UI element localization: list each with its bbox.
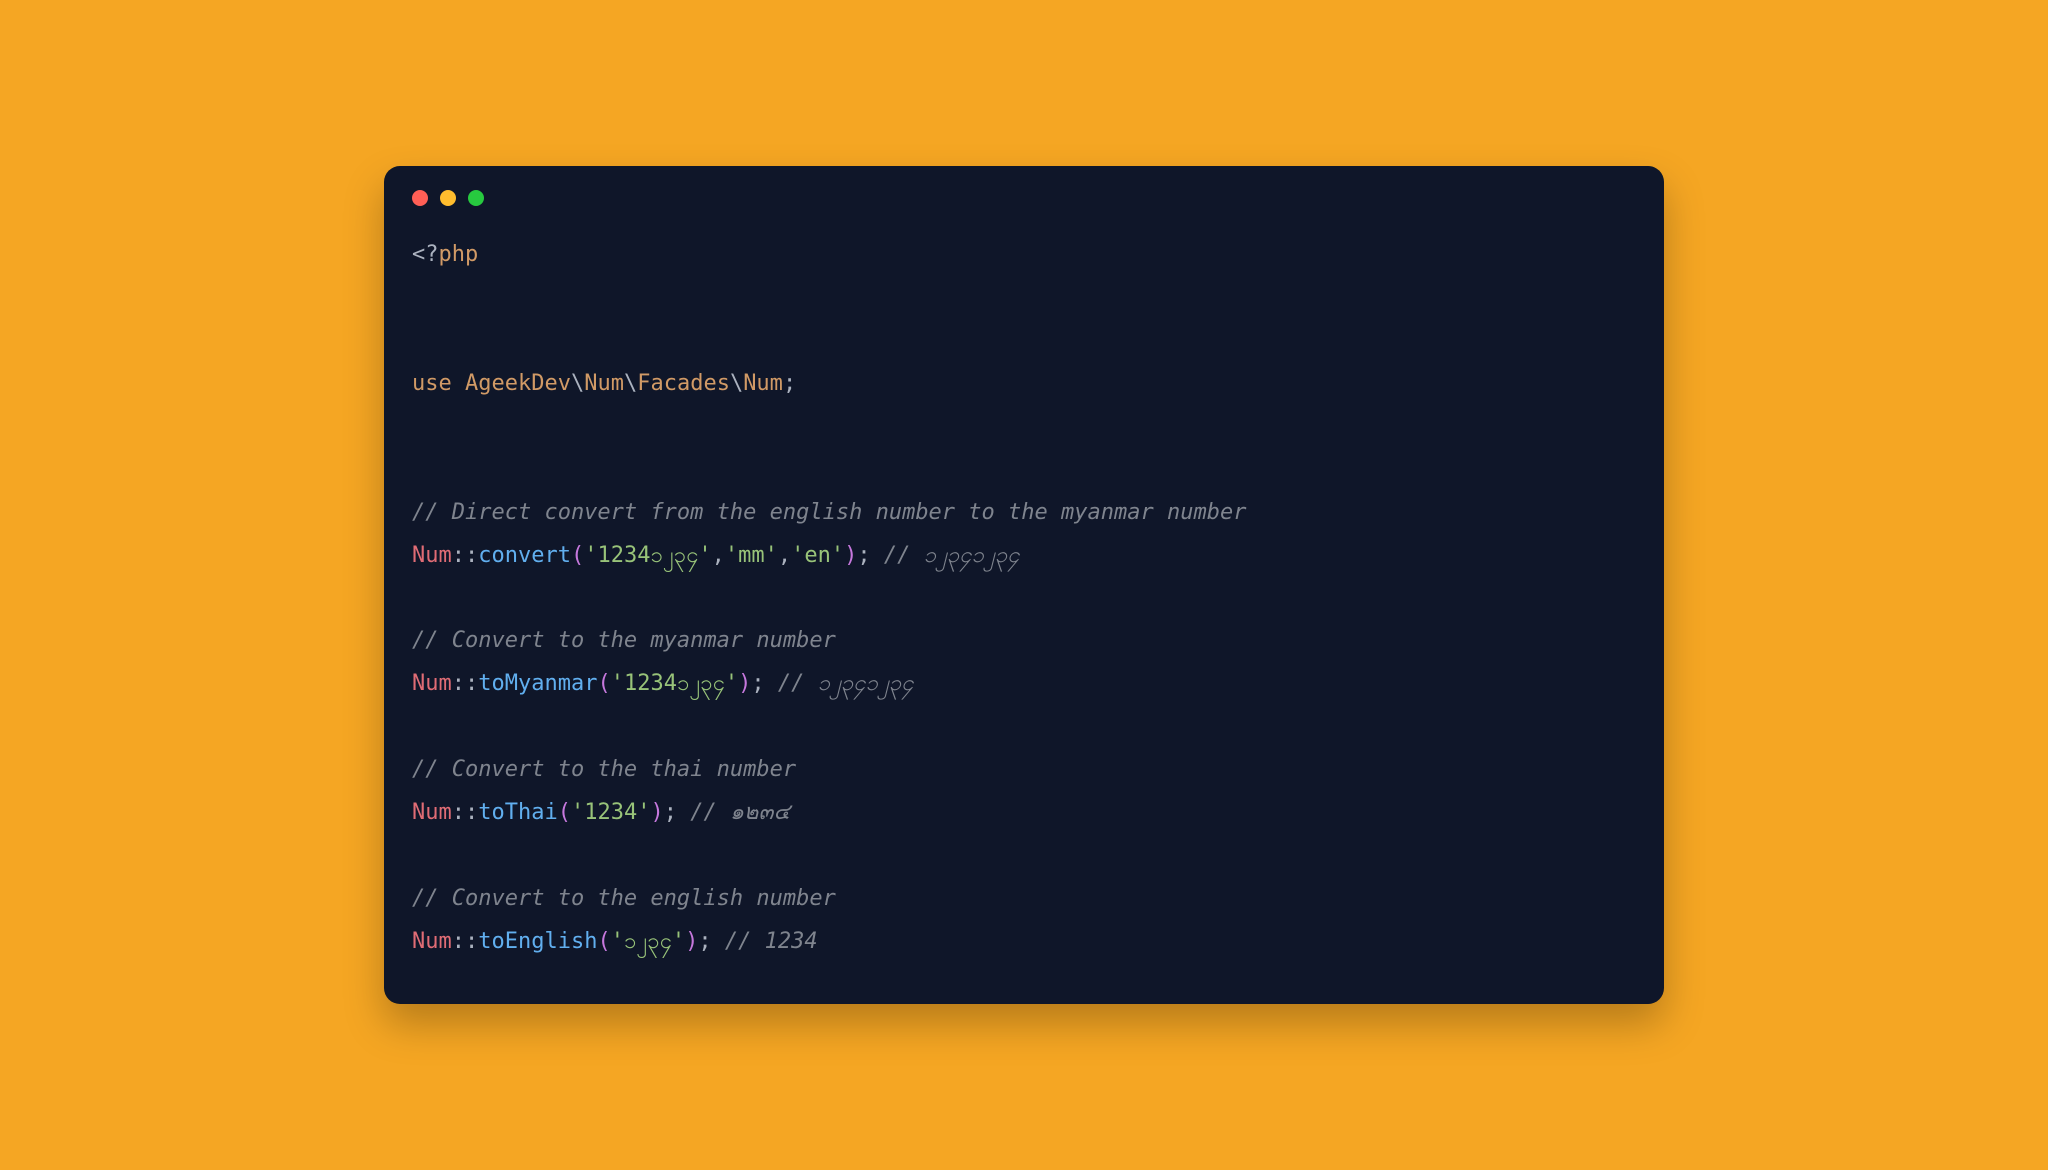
inline-comment: // 1234 bbox=[725, 929, 818, 954]
minimize-icon[interactable] bbox=[440, 190, 456, 206]
semicolon: ; bbox=[751, 671, 764, 696]
string-arg: '၁၂၃၄' bbox=[611, 929, 685, 954]
use-keyword: use bbox=[412, 371, 452, 396]
namespace-part: Num bbox=[584, 371, 624, 396]
window-titlebar bbox=[384, 166, 1664, 214]
space bbox=[871, 543, 884, 568]
method-name: toMyanmar bbox=[478, 671, 597, 696]
scope-op: :: bbox=[452, 543, 479, 568]
semicolon: ; bbox=[698, 929, 711, 954]
backslash: \ bbox=[571, 371, 584, 396]
class-ref: Num bbox=[412, 543, 452, 568]
code-comment: // Convert to the myanmar number bbox=[412, 628, 836, 653]
code-comment: // Convert to the thai number bbox=[412, 757, 796, 782]
paren-open: ( bbox=[597, 929, 610, 954]
string-arg: 'mm' bbox=[725, 543, 778, 568]
semicolon: ; bbox=[783, 371, 796, 396]
inline-comment: // ၁၂၃၄၁၂၃၄ bbox=[884, 543, 1020, 568]
method-name: toEnglish bbox=[478, 929, 597, 954]
paren-open: ( bbox=[597, 671, 610, 696]
code-comment: // Direct convert from the english numbe… bbox=[412, 500, 1246, 525]
string-arg: 'en' bbox=[791, 543, 844, 568]
code-content: <?php use AgeekDev\Num\Facades\Num; // D… bbox=[384, 214, 1664, 1003]
comma: , bbox=[712, 543, 725, 568]
space bbox=[452, 371, 465, 396]
semicolon: ; bbox=[857, 543, 870, 568]
class-ref: Num bbox=[412, 800, 452, 825]
namespace-part: AgeekDev bbox=[465, 371, 571, 396]
inline-comment: // ၁၂၃၄၁၂၃၄ bbox=[778, 671, 914, 696]
scope-op: :: bbox=[452, 800, 479, 825]
space bbox=[712, 929, 725, 954]
class-name: Num bbox=[743, 371, 783, 396]
string-arg: '1234' bbox=[571, 800, 650, 825]
namespace-part: Facades bbox=[637, 371, 730, 396]
scope-op: :: bbox=[452, 929, 479, 954]
class-ref: Num bbox=[412, 671, 452, 696]
comma: , bbox=[778, 543, 791, 568]
paren-close: ) bbox=[844, 543, 857, 568]
close-icon[interactable] bbox=[412, 190, 428, 206]
space bbox=[677, 800, 690, 825]
paren-close: ) bbox=[685, 929, 698, 954]
string-arg: '1234၁၂၃၄' bbox=[584, 543, 711, 568]
class-ref: Num bbox=[412, 929, 452, 954]
php-tag: php bbox=[439, 242, 479, 267]
code-window: <?php use AgeekDev\Num\Facades\Num; // D… bbox=[384, 166, 1664, 1003]
inline-comment: // ๑๒๓๔ bbox=[690, 800, 790, 825]
php-open-bracket: <? bbox=[412, 242, 439, 267]
code-comment: // Convert to the english number bbox=[412, 886, 836, 911]
backslash: \ bbox=[730, 371, 743, 396]
paren-close: ) bbox=[650, 800, 663, 825]
maximize-icon[interactable] bbox=[468, 190, 484, 206]
scope-op: :: bbox=[452, 671, 479, 696]
space bbox=[765, 671, 778, 696]
method-name: toThai bbox=[478, 800, 557, 825]
semicolon: ; bbox=[664, 800, 677, 825]
paren-close: ) bbox=[738, 671, 751, 696]
backslash: \ bbox=[624, 371, 637, 396]
method-name: convert bbox=[478, 543, 571, 568]
string-arg: '1234၁၂၃၄' bbox=[611, 671, 738, 696]
paren-open: ( bbox=[558, 800, 571, 825]
paren-open: ( bbox=[571, 543, 584, 568]
